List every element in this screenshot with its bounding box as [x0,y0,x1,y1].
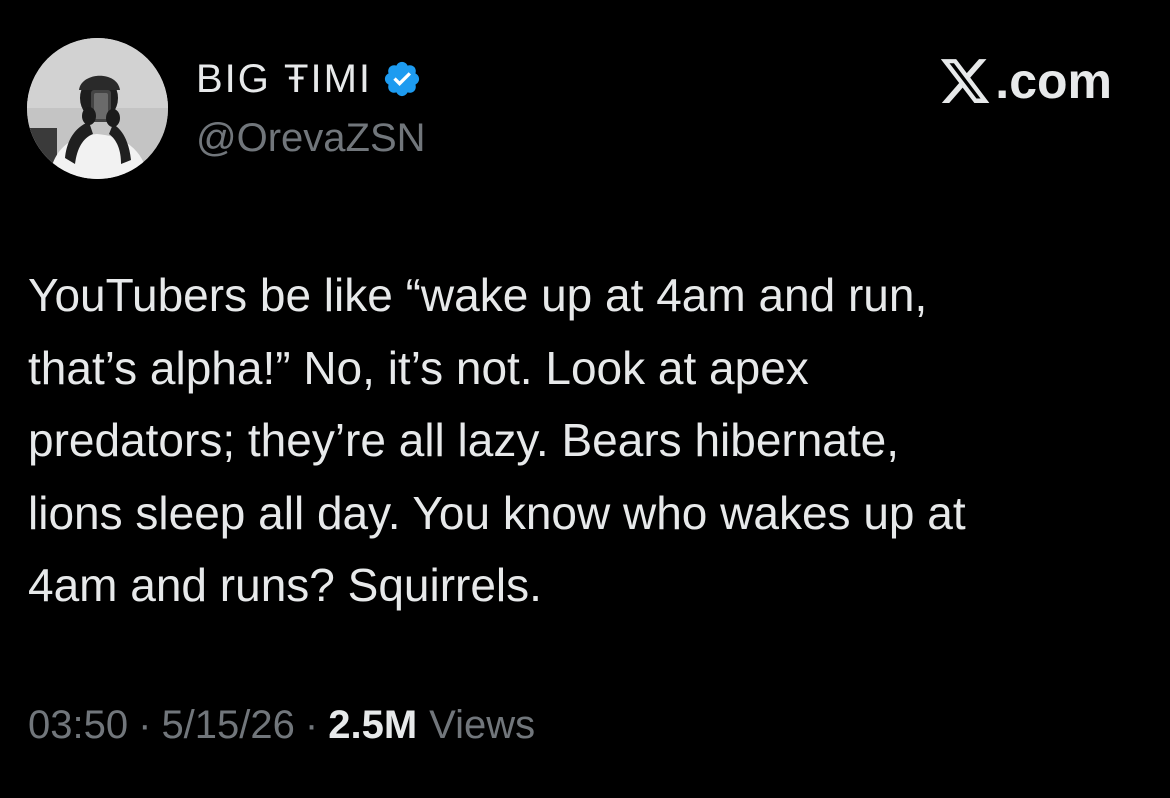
tweet-time[interactable]: 03:50 [28,703,128,748]
tweet-text: YouTubers be like “wake up at 4am and ru… [28,269,966,611]
meta-separator: · [138,703,152,747]
brand-domain-text: .com [995,53,1112,109]
display-name[interactable]: BIG ŦIMI [196,57,372,102]
avatar[interactable] [27,38,168,179]
tweet-card: BIG ŦIMI @OrevaZSN .com YouTubers be lik… [0,0,1170,798]
views-count: 2.5M [328,703,418,747]
author-row: BIG ŦIMI [196,55,422,103]
views-label: Views [429,703,536,747]
x-com-watermark: .com [937,52,1112,110]
author-handle[interactable]: @OrevaZSN [196,116,426,161]
verified-badge-icon [382,59,422,99]
tweet-date[interactable]: 5/15/26 [161,703,294,748]
x-logo-icon [937,54,993,108]
profile-photo [27,38,168,179]
tweet-meta: 03:50 · 5/15/26 · 2.5M Views [28,703,535,748]
meta-separator: · [304,703,319,747]
